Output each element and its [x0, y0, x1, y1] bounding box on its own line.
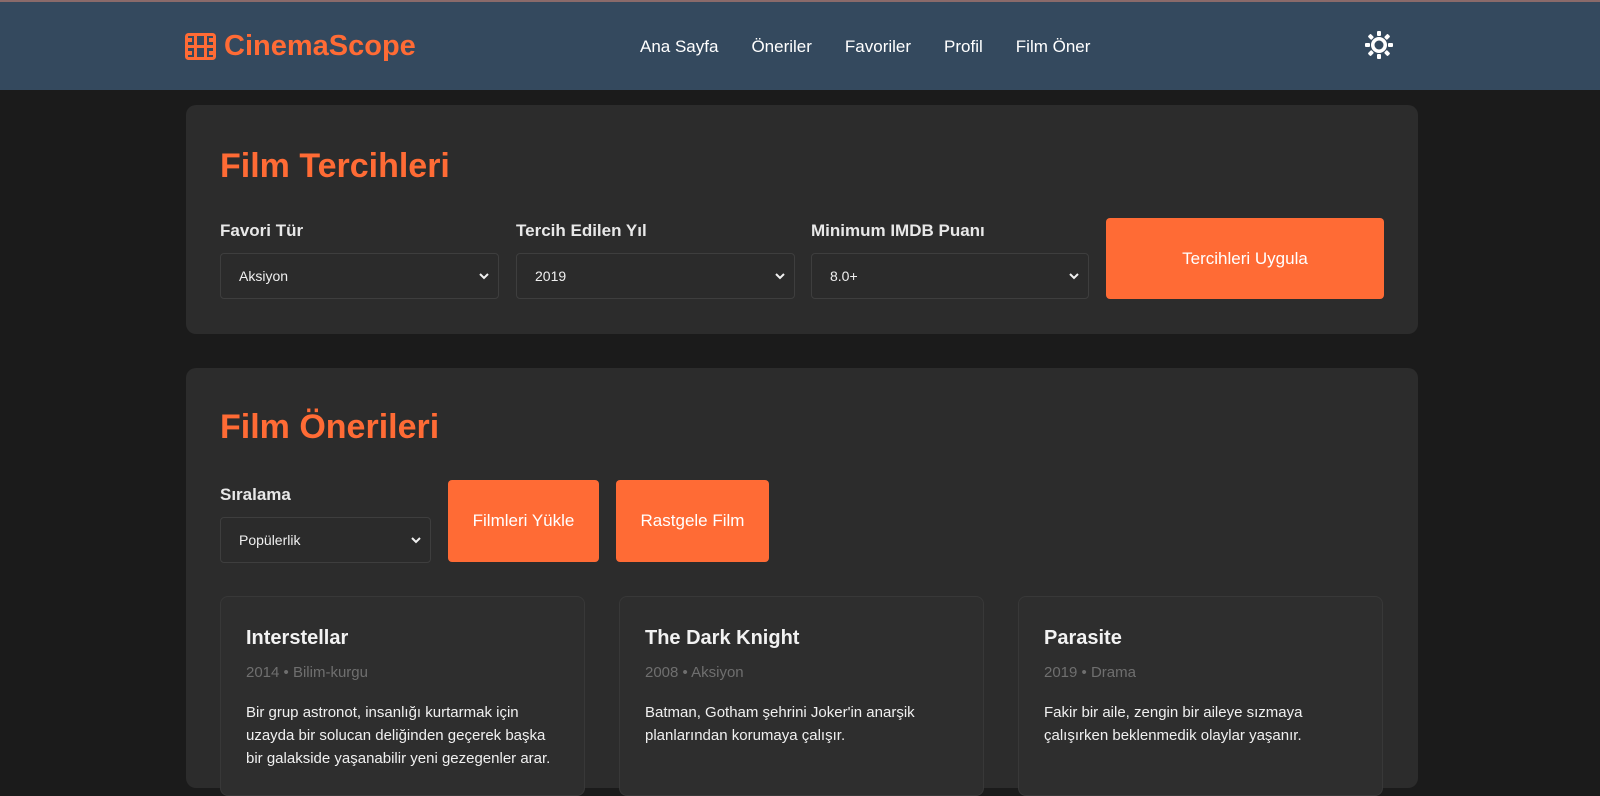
sort-field: Sıralama Popülerlik [220, 485, 431, 563]
apply-preferences-button[interactable]: Tercihleri Uygula [1106, 218, 1384, 299]
rating-select[interactable]: 8.0+ [811, 253, 1089, 299]
genre-select[interactable]: Aksiyon [220, 253, 499, 299]
nav-item-home[interactable]: Ana Sayfa [640, 37, 718, 57]
load-films-button[interactable]: Filmleri Yükle [448, 480, 599, 562]
sort-select[interactable]: Popülerlik [220, 517, 431, 563]
movie-meta: 2019 • Drama [1044, 664, 1136, 681]
nav-item-suggest-film[interactable]: Film Öner [1016, 37, 1091, 57]
movie-card[interactable]: Parasite 2019 • Drama Fakir bir aile, ze… [1018, 596, 1383, 796]
genre-field: Favori Tür Aksiyon [220, 221, 499, 299]
movie-title: Interstellar [246, 627, 349, 649]
movie-card[interactable]: The Dark Knight 2008 • Aksiyon Batman, G… [619, 596, 984, 796]
brand-name: CinemaScope [224, 29, 416, 62]
preferences-title: Film Tercihleri [220, 147, 450, 185]
random-film-button[interactable]: Rastgele Film [616, 480, 769, 562]
sort-label: Sıralama [220, 485, 291, 504]
movie-title: Parasite [1044, 627, 1122, 649]
nav-item-profile[interactable]: Profil [944, 37, 983, 57]
year-select[interactable]: 2019 [516, 253, 795, 299]
movie-meta: 2008 • Aksiyon [645, 664, 744, 681]
movie-card[interactable]: Interstellar 2014 • Bilim-kurgu Bir grup… [220, 596, 585, 796]
chevron-down-icon [775, 273, 785, 280]
chevron-down-icon [411, 537, 421, 544]
recommendations-card: Film Önerileri Sıralama Popülerlik Filml… [186, 368, 1418, 796]
genre-select-value: Aksiyon [239, 268, 289, 284]
rating-field: Minimum IMDB Puanı 8.0+ [811, 221, 1089, 299]
year-field: Tercih Edilen Yıl 2019 [516, 221, 795, 299]
year-select-value: 2019 [535, 268, 567, 284]
nav-item-recommendations[interactable]: Öneriler [751, 37, 811, 57]
main-nav: Ana Sayfa Öneriler Favoriler Profil Film… [640, 32, 1090, 62]
rating-label: Minimum IMDB Puanı [811, 221, 985, 240]
top-navbar: CinemaScope Ana Sayfa Öneriler Favoriler… [0, 2, 1600, 90]
movie-description: Fakir bir aile, zengin bir aileye sızmay… [1044, 704, 1303, 744]
movie-title: The Dark Knight [645, 627, 800, 649]
movie-meta: 2014 • Bilim-kurgu [246, 664, 368, 681]
nav-item-favorites[interactable]: Favoriler [845, 37, 911, 57]
movie-description: Batman, Gotham şehrini Joker'in anarşik … [645, 704, 915, 744]
recommendations-title: Film Önerileri [220, 408, 440, 446]
movie-description: Bir grup astronot, insanlığı kurtarmak i… [246, 704, 551, 767]
year-label: Tercih Edilen Yıl [516, 221, 647, 240]
brand-logo[interactable]: CinemaScope [185, 28, 416, 64]
film-icon [185, 32, 216, 60]
chevron-down-icon [479, 273, 489, 280]
preferences-card: Film Tercihleri Favori Tür Aksiyon Terci… [186, 105, 1418, 334]
theme-toggle-button[interactable] [1364, 30, 1394, 64]
sort-select-value: Popülerlik [239, 532, 301, 548]
rating-select-value: 8.0+ [830, 268, 858, 284]
genre-label: Favori Tür [220, 221, 304, 240]
sun-icon [1365, 30, 1393, 64]
chevron-down-icon [1069, 273, 1079, 280]
